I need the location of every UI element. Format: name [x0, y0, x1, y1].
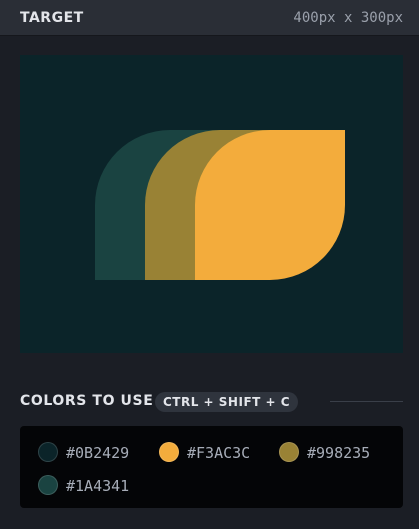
- color-palette: #0B2429 #F3AC3C #998235 #1A4341: [20, 426, 403, 508]
- target-title: TARGET: [20, 10, 84, 26]
- colors-to-use-row: COLORS TO USE CTRL + SHIFT + C: [20, 392, 403, 412]
- copy-colors-shortcut-badge: CTRL + SHIFT + C: [155, 392, 299, 412]
- color-hex-label: #1A4341: [66, 477, 130, 495]
- color-dot: [38, 442, 58, 462]
- front-leaf-shape: [195, 130, 345, 280]
- target-header: TARGET 400px x 300px: [0, 0, 419, 36]
- target-size: 400px x 300px: [293, 10, 403, 26]
- color-hex-label: #F3AC3C: [187, 444, 251, 462]
- color-hex-label: #998235: [307, 444, 371, 462]
- target-image: [20, 55, 403, 353]
- target-canvas: [20, 55, 403, 353]
- color-hex-label: #0B2429: [66, 444, 130, 462]
- color-dot: [159, 442, 179, 462]
- colors-divider: [330, 401, 403, 402]
- color-dot: [279, 442, 299, 462]
- color-dot: [38, 475, 58, 495]
- colors-to-use-title: COLORS TO USE: [20, 393, 154, 409]
